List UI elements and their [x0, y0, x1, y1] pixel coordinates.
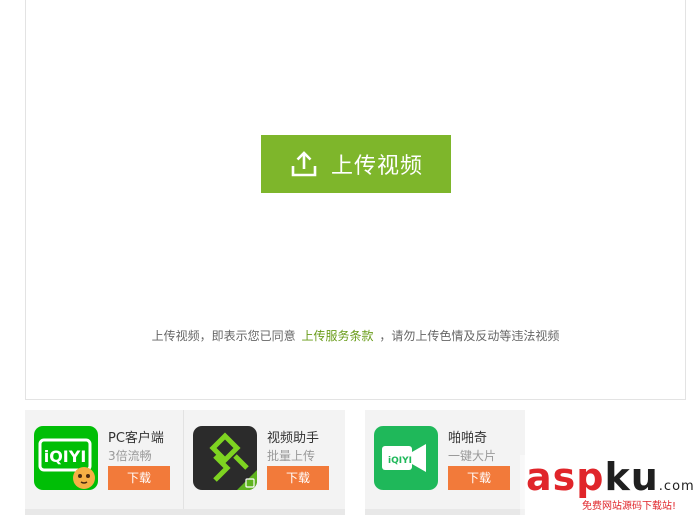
app-name: 啪啪奇 [448, 431, 488, 446]
watermark-slogan: 免费网站源码下载站! [582, 501, 677, 512]
strip-divider [365, 509, 525, 515]
strip-divider [25, 509, 345, 515]
watermark-logo: aspku.com [526, 455, 694, 499]
upload-video-button[interactable]: 上传视频 [261, 135, 451, 193]
app-card-papaqi: iQIYI 啪啪奇 一键大片 下载 [365, 410, 525, 510]
app-subtitle: 3倍流畅 [108, 449, 152, 463]
watermark-logo-com: .com [658, 479, 694, 494]
app-card-pc-client: iQIYI PC客户端 3倍流畅 下载 [25, 410, 183, 510]
upload-panel: 上传视频 上传视频，即表示您已同意 上传服务条款 ，请勿上传色情及反动等违法视频 [25, 0, 686, 400]
terms-suffix: ，请勿上传色情及反动等违法视频 [379, 329, 560, 343]
watermark-logo-asp: asp [526, 455, 605, 499]
watermark-logo-ku: ku [604, 455, 659, 499]
papaqi-app-icon: iQIYI [374, 426, 438, 490]
upload-icon [289, 149, 319, 179]
svg-text:iQIYI: iQIYI [44, 447, 87, 466]
app-subtitle: 一键大片 [448, 449, 497, 463]
download-button-papaqi[interactable]: 下载 [448, 466, 510, 490]
svg-text:iQIYI: iQIYI [388, 456, 412, 466]
app-subtitle: 批量上传 [267, 449, 316, 463]
app-strip-right: iQIYI 啪啪奇 一键大片 下载 [365, 410, 525, 515]
app-card-video-assistant: 视频助手 批量上传 下载 [183, 410, 345, 510]
app-name: 视频助手 [267, 431, 320, 446]
terms-link[interactable]: 上传服务条款 [301, 329, 373, 343]
video-assistant-app-icon [193, 426, 257, 490]
terms-prefix: 上传视频，即表示您已同意 [151, 329, 296, 343]
iqiyi-app-icon: iQIYI [34, 426, 98, 490]
download-button-video-assistant[interactable]: 下载 [267, 466, 329, 490]
app-name: PC客户端 [108, 431, 164, 446]
app-strip-left: iQIYI PC客户端 3倍流畅 下载 视频助手 批量上传 下载 [25, 410, 345, 515]
site-watermark: aspku.com 免费网站源码下载站! [520, 455, 694, 515]
upload-button-label: 上传视频 [330, 154, 423, 179]
upload-terms: 上传视频，即表示您已同意 上传服务条款 ，请勿上传色情及反动等违法视频 [26, 327, 685, 344]
download-button-pc-client[interactable]: 下载 [108, 466, 170, 490]
